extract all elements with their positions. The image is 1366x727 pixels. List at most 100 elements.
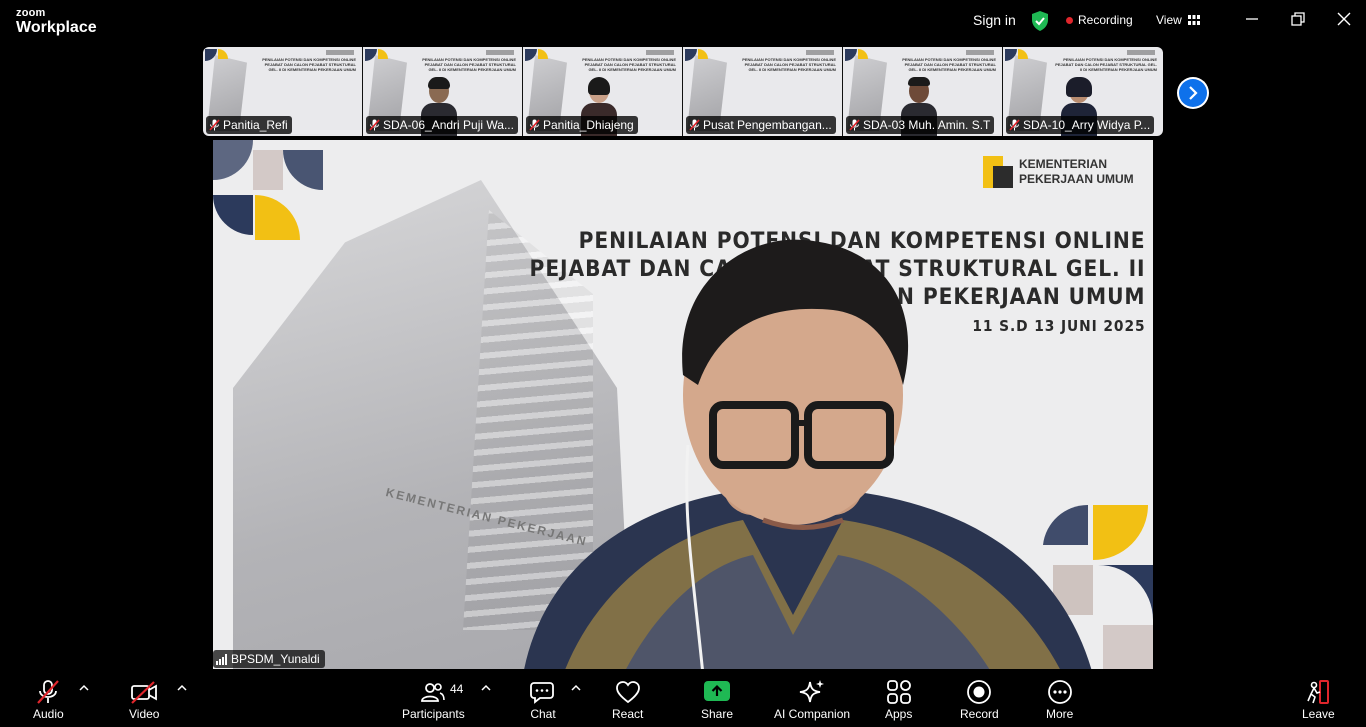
recording-indicator[interactable]: Recording — [1066, 13, 1133, 27]
leave-icon — [1307, 680, 1330, 704]
mic-muted-icon — [209, 119, 220, 131]
leave-button[interactable]: Leave — [1302, 678, 1335, 721]
participant-name-tag: SDA-03 Muh. Amin. S.T — [846, 116, 995, 134]
apps-icon — [886, 680, 911, 704]
slide-text: PENILAIAN POTENSI DAN KOMPETENSI ONLINE … — [742, 57, 836, 72]
zoom-logo: zoom Workplace — [16, 8, 97, 36]
slide-text: PENILAIAN POTENSI DAN KOMPETENSI ONLINE … — [262, 57, 356, 72]
participant-tile[interactable]: PENILAIAN POTENSI DAN KOMPETENSI ONLINE … — [1003, 47, 1163, 136]
react-button[interactable]: React — [612, 678, 643, 721]
record-icon — [967, 680, 992, 704]
sign-in-link[interactable]: Sign in — [973, 12, 1016, 28]
participant-name: Panitia_Dhiajeng — [543, 118, 634, 132]
speaker-name: BPSDM_Yunaldi — [231, 652, 320, 666]
speaker-name-tag: BPSDM_Yunaldi — [213, 650, 325, 668]
next-button-inner — [1179, 79, 1207, 107]
mic-muted-icon — [529, 119, 540, 131]
logo-line1: KEMENTERIAN — [1019, 157, 1108, 171]
participants-count: 44 — [450, 682, 464, 696]
participant-name: SDA-06_Andri Puji Wa... — [383, 118, 514, 132]
mic-muted-icon — [849, 119, 860, 131]
chat-icon — [530, 682, 554, 704]
chevron-right-icon — [1189, 86, 1198, 100]
recording-label: Recording — [1078, 13, 1133, 27]
brand-big: Workplace — [16, 19, 97, 36]
mic-muted-icon — [369, 119, 380, 131]
participant-name-tag: SDA-10_Arry Widya P... — [1006, 116, 1155, 134]
share-button[interactable]: Share — [701, 678, 733, 721]
slide-logo — [1127, 50, 1155, 55]
slide-text: PENILAIAN POTENSI DAN KOMPETENSI ONLINE … — [902, 57, 996, 72]
close-icon[interactable] — [1336, 11, 1352, 27]
ai-companion-button[interactable]: AI Companion — [774, 678, 850, 721]
kementerian-logo: KEMENTERIAN PEKERJAAN UMUM — [983, 154, 1134, 190]
slide-logo — [806, 50, 834, 55]
shield-check-icon[interactable] — [1031, 11, 1049, 31]
thumbnail-strip: PENILAIAN POTENSI DAN KOMPETENSI ONLINE … — [203, 47, 1163, 136]
slide-shape — [218, 49, 228, 59]
audio-label: Audio — [33, 707, 64, 721]
audio-options-chevron-icon[interactable] — [79, 684, 89, 692]
participant-tile[interactable]: PENILAIAN POTENSI DAN KOMPETENSI ONLINE … — [523, 47, 683, 136]
leave-label: Leave — [1302, 707, 1335, 721]
brand-small: zoom — [16, 7, 46, 19]
speaker-figure — [524, 239, 1092, 669]
participant-name-tag: Panitia_Dhiajeng — [526, 116, 638, 134]
slide-shape — [378, 49, 388, 59]
chat-label: Chat — [530, 707, 556, 721]
chat-options-chevron-icon[interactable] — [571, 684, 581, 692]
video-options-chevron-icon[interactable] — [177, 684, 187, 692]
mic-muted-icon — [689, 119, 700, 131]
video-label: Video — [129, 707, 160, 721]
participants-options-chevron-icon[interactable] — [481, 684, 491, 692]
slide-logo — [486, 50, 514, 55]
audio-button[interactable]: Audio — [33, 678, 64, 721]
participant-tile[interactable]: PENILAIAN POTENSI DAN KOMPETENSI ONLINE … — [683, 47, 843, 136]
chat-button[interactable]: Chat — [530, 678, 556, 721]
more-label: More — [1046, 707, 1074, 721]
participant-name: Panitia_Refi — [223, 118, 288, 132]
participants-label: Participants — [402, 707, 465, 721]
participant-name-tag: Pusat Pengembangan... — [686, 116, 836, 134]
signal-bars-icon — [216, 653, 227, 665]
participant-name: Pusat Pengembangan... — [703, 118, 832, 132]
recording-dot-icon — [1066, 16, 1073, 24]
participant-tile[interactable]: PENILAIAN POTENSI DAN KOMPETENSI ONLINE … — [843, 47, 1003, 136]
more-button[interactable]: More — [1046, 678, 1073, 721]
share-screen-icon — [704, 681, 731, 701]
participant-name-tag: SDA-06_Andri Puji Wa... — [366, 116, 518, 134]
slide-shape — [1018, 49, 1028, 59]
slide-shape — [698, 49, 708, 59]
pu-logo-icon — [983, 156, 1013, 188]
share-label: Share — [701, 707, 734, 721]
slide-text: PENILAIAN POTENSI DAN KOMPETENSI ONLINE … — [1055, 57, 1157, 72]
record-button[interactable]: Record — [960, 678, 999, 721]
slide-decoration — [213, 140, 323, 240]
ai-companion-label: AI Companion — [774, 707, 851, 721]
record-label: Record — [960, 707, 999, 721]
slide-shape — [858, 49, 868, 59]
minimize-icon[interactable] — [1244, 11, 1260, 27]
apps-button[interactable]: Apps — [885, 678, 912, 721]
slide-logo — [326, 50, 354, 55]
slide-text: PENILAIAN POTENSI DAN KOMPETENSI ONLINE … — [422, 57, 516, 72]
mic-muted-icon — [1009, 119, 1020, 131]
sparkle-icon — [799, 680, 825, 703]
view-button[interactable]: View — [1156, 13, 1200, 27]
next-page-button[interactable] — [1177, 77, 1209, 109]
more-icon — [1047, 680, 1072, 704]
slide-logo — [966, 50, 994, 55]
restore-icon[interactable] — [1290, 11, 1306, 27]
video-off-icon — [131, 681, 158, 704]
participant-tile[interactable]: PENILAIAN POTENSI DAN KOMPETENSI ONLINE … — [363, 47, 523, 136]
view-label: View — [1156, 13, 1182, 27]
title-bar: zoom Workplace Sign in Recording View — [0, 0, 1366, 42]
participant-tile[interactable]: PENILAIAN POTENSI DAN KOMPETENSI ONLINE … — [203, 47, 363, 136]
react-label: React — [612, 707, 644, 721]
participant-name: SDA-10_Arry Widya P... — [1023, 118, 1151, 132]
active-speaker-video[interactable]: KEMENTERIAN PEKERJAAN KEMENTERIAN PEKERJ… — [213, 140, 1153, 669]
slide-shape — [538, 49, 548, 59]
video-button[interactable]: Video — [129, 678, 159, 721]
slide-logo — [646, 50, 674, 55]
logo-line2: PEKERJAAN UMUM — [1019, 172, 1134, 186]
